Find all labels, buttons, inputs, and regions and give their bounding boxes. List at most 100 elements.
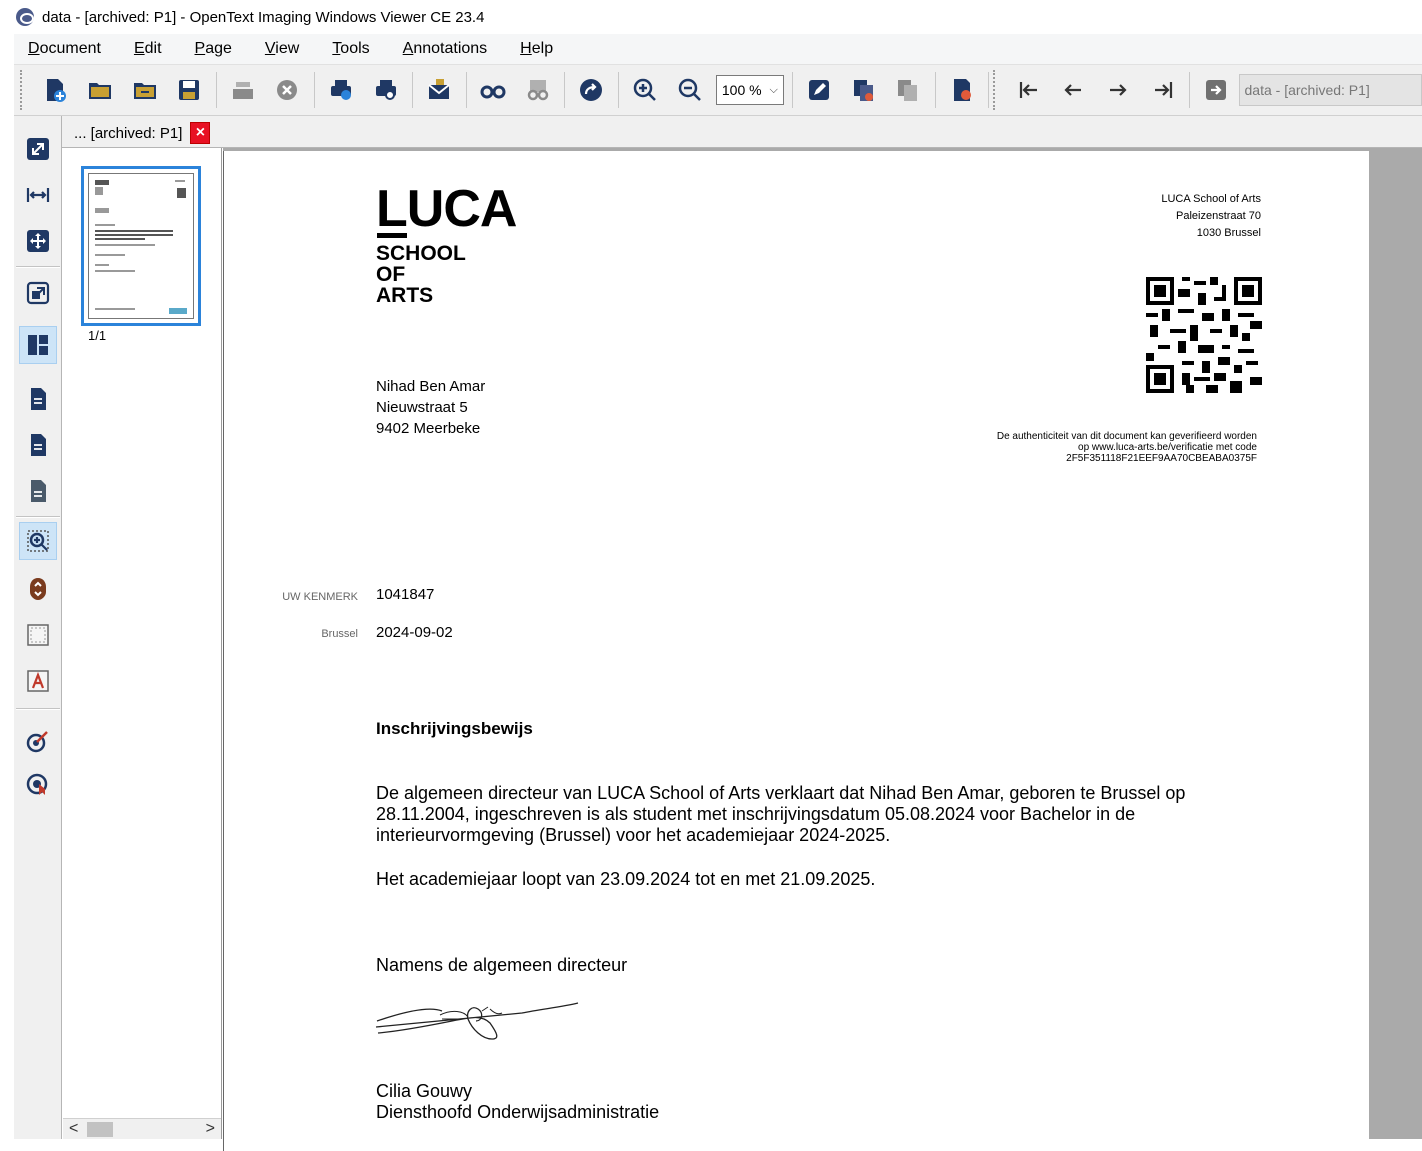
closing-line: Namens de algemeen directeur: [376, 955, 628, 975]
logo-bar: [377, 233, 407, 238]
edit-annotation-button[interactable]: [801, 71, 838, 109]
pencil-edit-icon: [809, 80, 830, 100]
zoom-out-button[interactable]: [671, 71, 708, 109]
scroll-left-icon[interactable]: <: [69, 1120, 78, 1138]
app-eye-icon: [16, 8, 34, 26]
send-mail-button[interactable]: [421, 71, 458, 109]
menu-document[interactable]: Document: [28, 40, 101, 58]
scroll-right-icon[interactable]: >: [206, 1120, 215, 1138]
stamp-button[interactable]: [19, 570, 57, 608]
toolbar-grip[interactable]: [993, 70, 998, 110]
place-label: Brussel: [321, 628, 358, 640]
menu-view[interactable]: View: [265, 40, 299, 58]
document-name-field[interactable]: data - [archived: P1]: [1238, 74, 1422, 106]
save-button[interactable]: [171, 71, 208, 109]
delete-page-button[interactable]: [944, 71, 981, 109]
zoom-area-icon: [27, 530, 49, 552]
print-button[interactable]: [323, 71, 360, 109]
selection-rectangle-icon: [27, 624, 49, 646]
fit-width-icon: [26, 188, 50, 202]
zoom-level-select[interactable]: 100 % ⌵: [715, 75, 784, 105]
external-view-icon: [26, 281, 50, 305]
zoom-out-icon: [678, 78, 701, 101]
toolbar-separator: [1188, 72, 1190, 108]
cancel-circle-icon: [277, 80, 298, 100]
toolbar-separator: [791, 72, 793, 108]
document-nav-button[interactable]: [1198, 71, 1235, 109]
select-area-button[interactable]: [19, 616, 57, 654]
document-tab[interactable]: ... [archived: P1] ×: [70, 120, 211, 146]
document-tab-strip: ... [archived: P1] ×: [62, 116, 1422, 148]
previous-page-button[interactable]: [1055, 71, 1092, 109]
copy-page-button[interactable]: [845, 71, 882, 109]
binoculars-document-icon: [527, 80, 548, 101]
menu-page[interactable]: Page: [195, 40, 232, 58]
cancel-button[interactable]: [269, 71, 306, 109]
fit-width-button[interactable]: [19, 176, 57, 214]
reference-value: 1041847: [376, 586, 435, 603]
scan-button[interactable]: [224, 71, 261, 109]
new-document-button[interactable]: [37, 71, 74, 109]
thumbnail-preview: [88, 173, 194, 319]
qr-code-icon: [1146, 277, 1262, 393]
document-tab-label: ... [archived: P1]: [74, 124, 183, 142]
menu-help[interactable]: Help: [520, 40, 553, 58]
target-arrow-icon: [26, 731, 48, 753]
arrow-right-icon: [1109, 84, 1127, 96]
print-preview-button[interactable]: [367, 71, 404, 109]
toolbar-separator: [934, 72, 936, 108]
paste-page-button[interactable]: [890, 71, 927, 109]
date-value: 2024-09-02: [376, 624, 453, 641]
goto-button[interactable]: [573, 71, 610, 109]
touch-target-icon: [26, 773, 48, 795]
page-gray-icon: [31, 480, 46, 502]
thumbnail-view-button[interactable]: [19, 326, 57, 364]
fit-page-button[interactable]: [19, 130, 57, 168]
open-folder-icon: [88, 83, 111, 99]
menu-tools[interactable]: Tools: [332, 40, 369, 58]
zoom-level-value: 100 %: [721, 82, 762, 98]
rotate-view-button[interactable]: [19, 274, 57, 312]
scrollbar-thumb[interactable]: [87, 1122, 113, 1137]
zoom-in-button[interactable]: [627, 71, 664, 109]
redirect-arrow-icon: [580, 79, 603, 101]
first-page-button[interactable]: [1010, 71, 1047, 109]
menu-edit[interactable]: Edit: [134, 40, 162, 58]
annotation-touch-button[interactable]: [19, 766, 57, 804]
annotation-pointer-button[interactable]: [19, 722, 57, 760]
open-folder-button[interactable]: [82, 71, 119, 109]
last-page-button[interactable]: [1144, 71, 1181, 109]
zoom-area-button[interactable]: [19, 522, 57, 560]
toolbar-grip[interactable]: [20, 70, 25, 110]
find-next-button[interactable]: [519, 71, 556, 109]
next-page-button[interactable]: [1100, 71, 1137, 109]
document-arrow-icon: [1206, 80, 1227, 100]
toolbar-separator: [412, 72, 414, 108]
school-address: LUCA School of Arts Paleizenstraat 70 10…: [1161, 193, 1261, 239]
open-archive-button[interactable]: [126, 71, 163, 109]
page-properties-button[interactable]: [19, 472, 57, 510]
find-button[interactable]: [475, 71, 512, 109]
toolbar-separator: [617, 72, 619, 108]
scanner-icon: [232, 82, 253, 99]
thumbnail-panel: 1/1 < >: [63, 148, 222, 1139]
menu-bar: Document Edit Page View Tools Annotation…: [14, 34, 1422, 64]
strip-separator: [16, 708, 60, 710]
luca-logo-subtitle: SCHOOL OF ARTS: [376, 242, 466, 307]
signature-image: [375, 1002, 579, 1040]
page-text-button[interactable]: [19, 426, 57, 464]
strip-separator: [16, 516, 60, 518]
menu-annotations[interactable]: Annotations: [403, 40, 488, 58]
pan-button[interactable]: [19, 222, 57, 260]
page-thumbnail[interactable]: [81, 166, 201, 326]
single-page-button[interactable]: [19, 380, 57, 418]
document-view[interactable]: LUCA SCHOOL OF ARTS LUCA School of Arts …: [223, 148, 1422, 1151]
tab-close-button[interactable]: ×: [190, 122, 211, 144]
thumbnail-scrollbar[interactable]: < >: [63, 1118, 221, 1139]
text-select-button[interactable]: [19, 662, 57, 700]
save-disk-icon: [179, 80, 200, 100]
signer-name: Cilia Gouwy: [376, 1081, 473, 1101]
toolbar-separator: [465, 72, 467, 108]
authenticity-note: De authenticiteit van dit document kan g…: [996, 431, 1257, 464]
toolbar-separator: [215, 72, 217, 108]
